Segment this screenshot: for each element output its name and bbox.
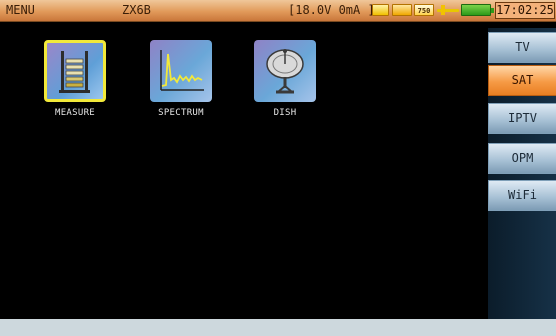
- tab-iptv[interactable]: IPTV: [488, 103, 556, 134]
- app-dish[interactable]: DISH: [250, 40, 320, 118]
- measure-app-tile[interactable]: [44, 40, 106, 102]
- power-readout: [18.0V 0mA ]: [288, 3, 375, 17]
- app-spectrum[interactable]: SPECTRUM: [146, 40, 216, 118]
- tab-opm[interactable]: OPM: [488, 143, 556, 174]
- cable-icon: [437, 5, 459, 15]
- tab-wifi[interactable]: WiFi: [488, 180, 556, 211]
- status-bar: MENU ZX6B [18.0V 0mA ] 750 17:02:25: [0, 0, 556, 22]
- satellite-dish-icon: [266, 49, 304, 94]
- impedance-750-icon: 750: [414, 4, 434, 16]
- app-label: SPECTRUM: [158, 108, 204, 118]
- device-screen: MENU ZX6B [18.0V 0mA ] 750 17:02:25 MEAS…: [0, 0, 556, 336]
- tab-tv[interactable]: TV: [488, 32, 556, 63]
- screen-title: MENU: [6, 3, 35, 17]
- bottom-bar: [0, 319, 556, 336]
- tab-sat[interactable]: SAT: [488, 65, 556, 96]
- device-model: ZX6B: [122, 3, 151, 17]
- battery-icon: [461, 4, 494, 16]
- satellite-signal-icon: [392, 4, 412, 16]
- measure-bars-icon: [59, 51, 90, 93]
- app-measure[interactable]: MEASURE: [40, 40, 110, 118]
- spectrum-graph-icon: [160, 50, 204, 91]
- spectrum-app-tile[interactable]: [150, 40, 212, 102]
- side-menu: TV SAT IPTV OPM WiFi: [488, 28, 556, 320]
- app-label: MEASURE: [54, 108, 96, 118]
- satellite-icon: [372, 4, 389, 16]
- app-label: DISH: [273, 108, 297, 118]
- dish-app-tile[interactable]: [254, 40, 316, 102]
- clock: 17:02:25: [495, 2, 555, 19]
